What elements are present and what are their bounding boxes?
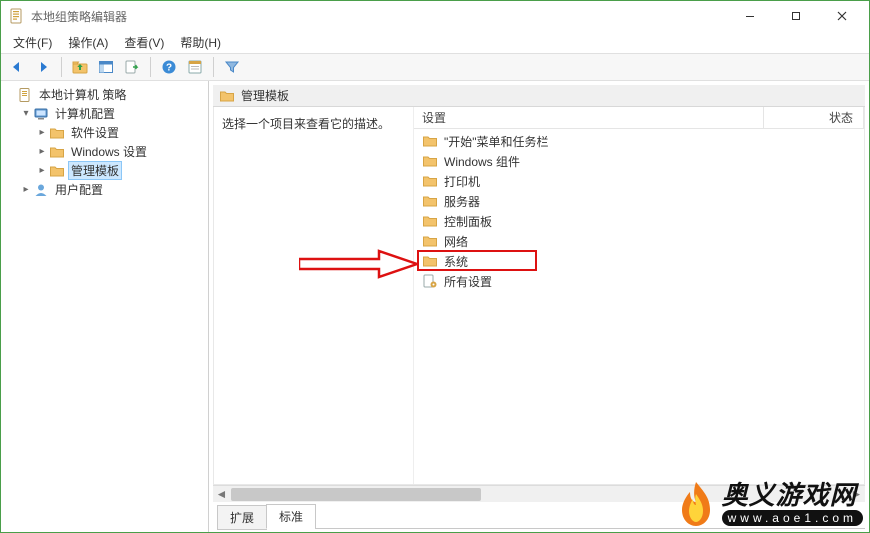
folder-icon [219,88,235,104]
tree-pane[interactable]: 本地计算机 策略 ▾ [1,81,209,532]
window-title: 本地组策略编辑器 [31,8,727,25]
list-item-system[interactable]: 系统 [414,251,864,271]
folder-icon [422,253,438,269]
show-hide-tree-button[interactable] [94,56,118,78]
menu-file[interactable]: 文件(F) [5,32,60,53]
tree-label: 本地计算机 策略 [37,86,128,103]
bottom-tabs: 扩展 标准 [213,504,865,528]
toolbar-separator [150,57,151,77]
app-icon [9,8,25,24]
column-header-name[interactable]: 设置 [414,107,764,128]
folder-icon [422,133,438,149]
tree-label: 用户配置 [53,181,105,198]
list-item-label: 系统 [444,253,468,270]
export-list-button[interactable] [120,56,144,78]
column-header-state[interactable]: 状态 [764,107,864,128]
tree-user-config[interactable]: ▸ 用户配置 [19,180,208,199]
tree-software-settings[interactable]: ▸ 软件设置 [35,123,208,142]
list-item[interactable]: 网络 [414,231,864,251]
tree-root[interactable]: 本地计算机 策略 [3,85,208,104]
folder-icon [422,233,438,249]
detail-header: 管理模板 [213,85,865,107]
description-text: 选择一个项目来查看它的描述。 [222,117,390,131]
tab-extended[interactable]: 扩展 [217,505,267,530]
menubar: 文件(F) 操作(A) 查看(V) 帮助(H) [1,31,869,53]
list-item[interactable]: 服务器 [414,191,864,211]
up-level-button[interactable] [68,56,92,78]
horizontal-scrollbar[interactable]: ◄ ► [213,485,865,502]
app-window: 本地组策略编辑器 文件(F) 操作(A) 查看(V) 帮助(H) [0,0,870,533]
window-buttons [727,1,865,31]
expand-icon[interactable]: ▸ [35,146,49,157]
tree-label: Windows 设置 [69,143,149,160]
folder-icon [49,144,65,160]
tree-label: 管理模板 [69,162,121,179]
detail-body: 选择一个项目来查看它的描述。 设置 状态 "开始"菜单和任务栏 [213,107,865,485]
list-item[interactable]: 打印机 [414,171,864,191]
menu-view[interactable]: 查看(V) [116,32,172,53]
properties-button[interactable] [183,56,207,78]
expand-icon[interactable]: ▸ [19,184,33,195]
toolbar-separator [61,57,62,77]
folder-icon [49,163,65,179]
expand-icon[interactable]: ▸ [35,127,49,138]
list-item-label: 控制面板 [444,213,492,230]
list-item[interactable]: 控制面板 [414,211,864,231]
computer-icon [33,106,49,122]
list-item-label: 网络 [444,233,468,250]
list-item[interactable]: "开始"菜单和任务栏 [414,131,864,151]
list-item[interactable]: Windows 组件 [414,151,864,171]
scroll-left-icon[interactable]: ◄ [213,486,230,503]
maximize-button[interactable] [773,1,819,31]
nav-forward-button[interactable] [31,56,55,78]
close-button[interactable] [819,1,865,31]
tree-admin-templates[interactable]: ▸ 管理模板 [35,161,208,180]
policy-doc-icon [17,87,33,103]
toolbar-separator [213,57,214,77]
list-item-label: 服务器 [444,193,480,210]
tree-label: 计算机配置 [53,105,117,122]
scroll-right-icon[interactable]: ► [848,486,865,503]
list-item-label: 打印机 [444,173,480,190]
collapse-icon[interactable]: ▾ [19,108,33,119]
settings-icon [422,273,438,289]
description-column: 选择一个项目来查看它的描述。 [214,107,414,484]
list-item-label: 所有设置 [444,273,492,290]
detail-header-title: 管理模板 [241,87,289,104]
nav-back-button[interactable] [5,56,29,78]
folder-icon [422,153,438,169]
folder-icon [422,213,438,229]
list-column: 设置 状态 "开始"菜单和任务栏 Windows 组件 [414,107,864,484]
folder-icon [49,125,65,141]
expand-icon[interactable]: ▸ [35,165,49,176]
tree-computer-config[interactable]: ▾ 计算机配置 [19,104,208,123]
menu-help[interactable]: 帮助(H) [172,32,229,53]
list-headers: 设置 状态 [414,107,864,129]
list-item-label: Windows 组件 [444,153,520,170]
tab-standard[interactable]: 标准 [266,504,316,529]
scroll-thumb[interactable] [231,488,481,501]
detail-pane: 管理模板 选择一个项目来查看它的描述。 设置 状态 "开始"菜单和任务栏 [209,81,869,532]
help-button[interactable]: ? [157,56,181,78]
titlebar: 本地组策略编辑器 [1,1,869,31]
toolbar: ? [1,53,869,81]
body: 本地计算机 策略 ▾ [1,81,869,532]
menu-action[interactable]: 操作(A) [60,32,116,53]
folder-icon [422,193,438,209]
list-item-all-settings[interactable]: 所有设置 [414,271,864,291]
tree-windows-settings[interactable]: ▸ Windows 设置 [35,142,208,161]
minimize-button[interactable] [727,1,773,31]
list-item-label: "开始"菜单和任务栏 [444,133,549,150]
filter-button[interactable] [220,56,244,78]
list-items[interactable]: "开始"菜单和任务栏 Windows 组件 打印机 服务器 [414,129,864,484]
svg-text:?: ? [166,63,172,74]
user-icon [33,182,49,198]
folder-icon [422,173,438,189]
tabstrip-line [315,528,865,529]
tree-label: 软件设置 [69,124,121,141]
